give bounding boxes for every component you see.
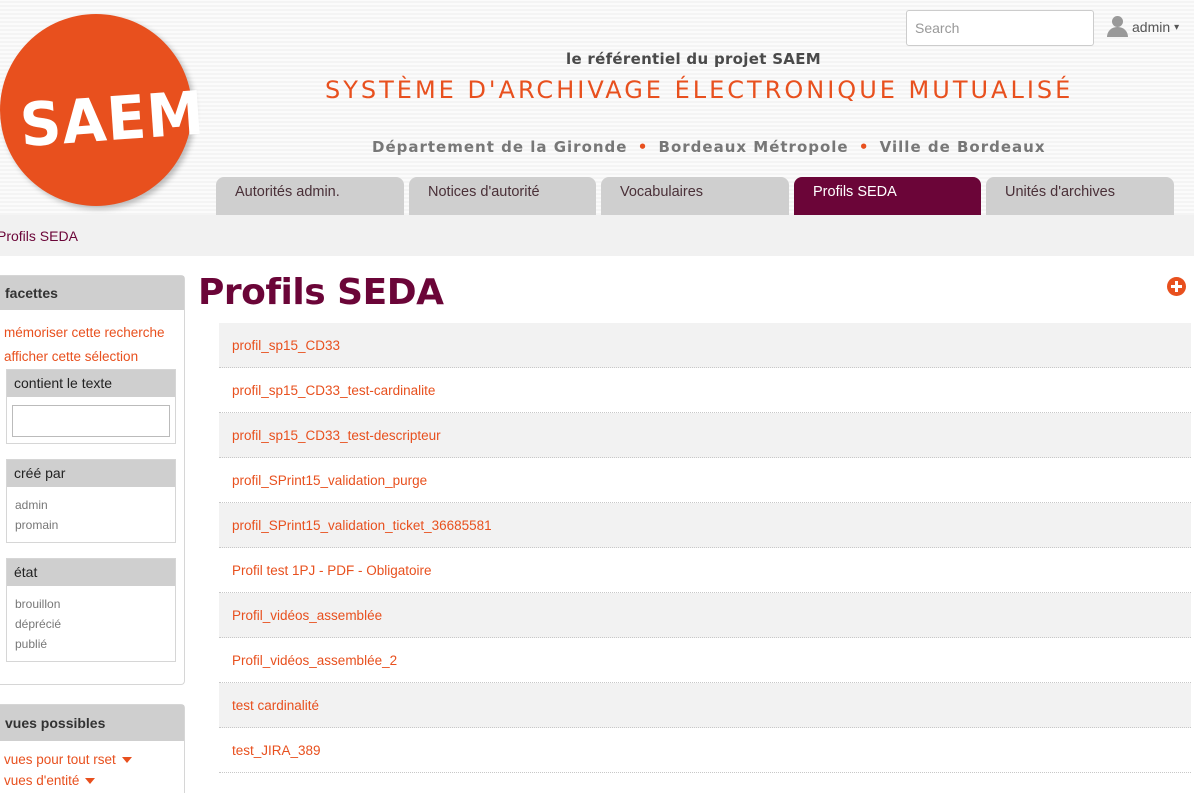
facet-item-admin[interactable]: admin — [15, 495, 175, 515]
profile-link[interactable]: profil_sp15_CD33_test-cardinalite — [232, 383, 435, 398]
profile-link[interactable]: Profil_vidéos_assemblée — [232, 608, 382, 623]
caret-down-icon — [85, 778, 96, 785]
list-item: profil_sp15_CD33_test-descripteur — [219, 413, 1191, 458]
created-by-facet: créé par admin promain — [6, 459, 176, 543]
views-title: vues possibles — [0, 705, 184, 741]
tab-autorites-admin[interactable]: Autorités admin. — [216, 177, 404, 215]
user-name: admin — [1132, 19, 1171, 35]
state-facet: état brouillon déprécié publié — [6, 558, 176, 662]
tab-vocabulaires[interactable]: Vocabulaires — [601, 177, 789, 215]
state-title: état — [7, 559, 175, 586]
tab-label: Vocabulaires — [620, 184, 704, 200]
system-name: SYSTÈME D'ARCHIVAGE ÉLECTRONIQUE MUTUALI… — [325, 76, 1074, 104]
partners-line: Département de la Gironde • Bordeaux Mét… — [372, 138, 1046, 156]
profile-link[interactable]: profil_sp15_CD33 — [232, 338, 340, 353]
caret-down-icon — [121, 757, 132, 764]
profile-link[interactable]: test_JIRA_389 — [232, 743, 321, 758]
list-item: test cardinalité — [219, 683, 1191, 728]
breadcrumb-bar: Profils SEDA — [0, 215, 1194, 256]
list-item: test_JIRA_389 — [219, 728, 1191, 773]
chevron-down-icon: ▾ — [1174, 21, 1180, 33]
facet-item-brouillon[interactable]: brouillon — [15, 594, 175, 614]
tab-label: Notices d'autorité — [428, 184, 540, 200]
facet-item-promain[interactable]: promain — [15, 515, 175, 535]
user-icon — [1106, 16, 1128, 38]
profile-link[interactable]: profil_SPrint15_validation_purge — [232, 473, 427, 488]
list-item: profil_SPrint15_validation_purge — [219, 458, 1191, 503]
logo-text: SAEM — [17, 78, 207, 162]
tab-label: Autorités admin. — [235, 184, 340, 200]
profile-link[interactable]: Profil_vidéos_assemblée_2 — [232, 653, 397, 668]
views-entity-label: vues d'entité — [4, 773, 80, 788]
partner-separator: • — [858, 138, 870, 156]
search-input[interactable] — [906, 10, 1094, 46]
save-search-link[interactable]: mémoriser cette recherche — [4, 321, 184, 345]
profile-link[interactable]: profil_SPrint15_validation_ticket_366855… — [232, 518, 492, 533]
list-item: profil_sp15_CD33 — [219, 323, 1191, 368]
created-by-title: créé par — [7, 460, 175, 487]
page-title: Profils SEDA — [198, 272, 444, 313]
tab-profils-seda[interactable]: Profils SEDA — [794, 177, 981, 215]
main-tabs: Autorités admin. Notices d'autorité Voca… — [216, 177, 1174, 215]
list-item: Profil test 1PJ - PDF - Obligatoire — [219, 548, 1191, 593]
site-header: SAEM le référentiel du projet SAEM SYSTÈ… — [0, 0, 1194, 215]
list-item: profil_SPrint15_validation_ticket_366855… — [219, 503, 1191, 548]
profile-list: profil_sp15_CD33 profil_sp15_CD33_test-c… — [219, 323, 1191, 773]
tab-label: Unités d'archives — [1005, 184, 1115, 200]
list-item: profil_sp15_CD33_test-cardinalite — [219, 368, 1191, 413]
list-item: Profil_vidéos_assemblée_2 — [219, 638, 1191, 683]
add-profile-button[interactable] — [1167, 277, 1186, 296]
views-entity-link[interactable]: vues d'entité — [4, 770, 184, 791]
facet-item-publie[interactable]: publié — [15, 634, 175, 654]
views-box: vues possibles vues pour tout rset vues … — [0, 704, 185, 793]
facets-title: facettes — [0, 276, 184, 310]
facets-box: facettes mémoriser cette recherche affic… — [0, 275, 185, 685]
text-facet: contient le texte — [6, 369, 176, 444]
saem-logo[interactable]: SAEM — [0, 14, 207, 206]
facet-item-deprecie[interactable]: déprécié — [15, 614, 175, 634]
site-tagline: le référentiel du projet SAEM — [566, 50, 821, 68]
profile-link[interactable]: Profil test 1PJ - PDF - Obligatoire — [232, 563, 432, 578]
tab-label: Profils SEDA — [813, 184, 897, 200]
user-menu[interactable]: admin ▾ — [1106, 16, 1179, 38]
tab-notices-autorite[interactable]: Notices d'autorité — [409, 177, 596, 215]
list-item: Profil_vidéos_assemblée — [219, 593, 1191, 638]
breadcrumb[interactable]: Profils SEDA — [0, 228, 78, 244]
partner-gironde: Département de la Gironde — [372, 138, 628, 156]
views-rset-link[interactable]: vues pour tout rset — [4, 749, 184, 770]
text-facet-input[interactable] — [12, 405, 170, 437]
views-rset-label: vues pour tout rset — [4, 752, 116, 767]
profile-link[interactable]: profil_sp15_CD33_test-descripteur — [232, 428, 441, 443]
text-facet-title: contient le texte — [7, 370, 175, 397]
tab-unites-archives[interactable]: Unités d'archives — [986, 177, 1174, 215]
partner-ville-bordeaux: Ville de Bordeaux — [879, 138, 1046, 156]
profile-link[interactable]: test cardinalité — [232, 698, 319, 713]
partner-bordeaux-metropole: Bordeaux Métropole — [658, 138, 849, 156]
partner-separator: • — [637, 138, 649, 156]
show-selection-link[interactable]: afficher cette sélection — [4, 345, 184, 369]
